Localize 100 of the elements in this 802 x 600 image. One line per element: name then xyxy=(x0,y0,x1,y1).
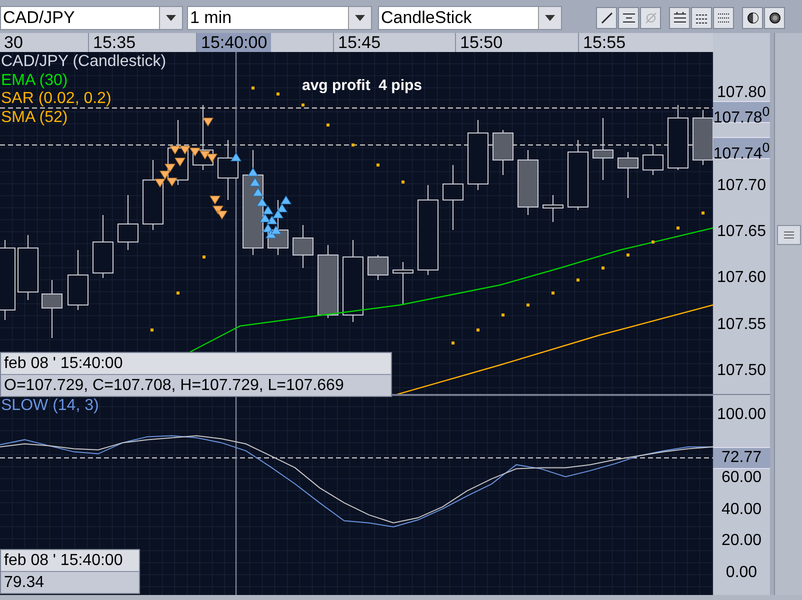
candle xyxy=(392,262,414,306)
price-label: 107.50 xyxy=(716,362,767,380)
buy-arrow-icon xyxy=(262,223,274,232)
sell-arrow-icon xyxy=(174,158,186,167)
candle xyxy=(368,254,388,280)
buy-arrow-icon xyxy=(266,215,278,224)
circle-button[interactable] xyxy=(764,6,785,28)
price-label: 107.65 xyxy=(716,222,767,241)
circle-button[interactable] xyxy=(742,6,763,28)
info-value: 79.34 xyxy=(1,571,139,593)
sell-arrow-icon xyxy=(189,148,201,157)
time-label: 15:45 xyxy=(337,33,382,52)
candle xyxy=(618,152,638,198)
price-label: 107.70 xyxy=(716,176,767,195)
buy-arrow-icon xyxy=(262,205,274,214)
candle xyxy=(292,224,314,268)
candle xyxy=(18,234,38,300)
grid-button[interactable] xyxy=(669,6,690,28)
oscillator-label: 0.00 xyxy=(724,564,758,582)
grid-button[interactable] xyxy=(713,6,734,28)
interval-dropdown[interactable]: 1 min xyxy=(187,6,372,30)
symbol-dropdown[interactable]: CAD/JPY xyxy=(0,6,183,30)
candle xyxy=(542,194,564,222)
caret-icon xyxy=(166,14,176,20)
grid-button[interactable] xyxy=(691,6,712,28)
time-label: 15:55 xyxy=(582,33,627,52)
grip-icon xyxy=(784,231,794,239)
no-sign-icon xyxy=(644,10,658,24)
price-label: 107.80 xyxy=(716,84,767,102)
buy-arrow-icon xyxy=(247,167,259,176)
sell-arrow-icon xyxy=(202,118,214,127)
legend-label: SAR (0.02, 0.2) xyxy=(1,90,112,108)
buy-arrow-icon xyxy=(280,195,292,204)
candle xyxy=(68,250,88,310)
sell-arrow-icon xyxy=(166,178,178,187)
profit-annotation: avg profit 4 pips xyxy=(302,77,422,94)
line-icon xyxy=(600,10,614,24)
price-marker: 107.78$^{0}$ xyxy=(713,101,770,123)
candle xyxy=(118,194,138,250)
scrollbar[interactable] xyxy=(774,33,802,595)
price-marker: 107.74$^{0}$ xyxy=(713,137,770,159)
candle xyxy=(568,140,588,210)
level-lines-button[interactable] xyxy=(618,6,639,28)
buy-arrow-icon xyxy=(249,177,261,186)
chart-type-dropdown[interactable]: CandleStick xyxy=(378,6,562,30)
candle xyxy=(592,118,614,180)
sell-arrow-icon xyxy=(159,170,171,180)
candle xyxy=(468,120,488,190)
oscillator-marker: 72.77 xyxy=(713,446,770,469)
time-label: 30 xyxy=(3,33,24,52)
legend-label: CAD/JPY (Candlestick) xyxy=(1,53,166,72)
buy-arrow-icon xyxy=(230,152,242,162)
legend-label: SMA (52) xyxy=(1,108,69,127)
candle xyxy=(668,104,688,170)
buy-arrow-icon xyxy=(265,229,277,238)
candle xyxy=(642,144,664,176)
candle xyxy=(518,150,538,216)
grid-icon xyxy=(672,10,686,24)
info-values: O=107.729, C=107.708, H=107.729, L=107.669 xyxy=(1,374,391,396)
candle xyxy=(42,280,62,338)
oscillator-label: 100.00 xyxy=(716,406,767,424)
candle xyxy=(142,160,164,230)
sell-arrow-icon xyxy=(206,154,218,163)
info-date: feb 08 ' 15:40:00 xyxy=(1,353,391,374)
legend-label: EMA (30) xyxy=(1,72,69,90)
caret-icon xyxy=(545,14,555,20)
caret-icon xyxy=(355,14,365,20)
buy-arrow-icon xyxy=(256,197,268,206)
time-label: 15:50 xyxy=(459,33,504,52)
sell-arrow-icon xyxy=(164,164,176,173)
time-label: 15:35 xyxy=(92,33,137,52)
buy-arrow-icon xyxy=(276,203,288,212)
lines-icon xyxy=(622,10,636,24)
candle xyxy=(492,130,514,176)
candle xyxy=(692,110,713,166)
info-date: feb 08 ' 15:40:00 xyxy=(1,550,139,571)
price-label: 107.55 xyxy=(716,316,767,334)
scroll-thumb[interactable] xyxy=(777,225,801,245)
sell-arrow-icon xyxy=(216,210,228,220)
sell-arrow-icon xyxy=(154,178,166,188)
oscillator-label: 60.00 xyxy=(720,469,763,487)
draw-line-button[interactable] xyxy=(596,6,617,28)
circle-icon xyxy=(768,10,782,24)
buy-arrow-icon xyxy=(270,225,282,234)
sell-arrow-icon xyxy=(212,206,224,215)
candle xyxy=(442,164,464,230)
candle xyxy=(218,140,238,200)
buy-arrow-icon xyxy=(272,209,284,218)
time-label: 15:40:00 xyxy=(197,33,272,52)
sell-arrow-icon xyxy=(179,146,191,155)
candle xyxy=(92,214,114,278)
buy-arrow-icon xyxy=(252,187,264,196)
buy-arrow-icon xyxy=(259,213,271,222)
sell-arrow-icon xyxy=(169,146,181,155)
sell-arrow-icon xyxy=(209,196,221,205)
grid-icon xyxy=(716,10,730,24)
oscillator-label: 20.00 xyxy=(720,532,763,550)
oscillator-title: SLOW (14, 3) xyxy=(1,397,99,415)
price-label: 107.60 xyxy=(716,269,767,288)
circle-icon xyxy=(746,10,760,24)
